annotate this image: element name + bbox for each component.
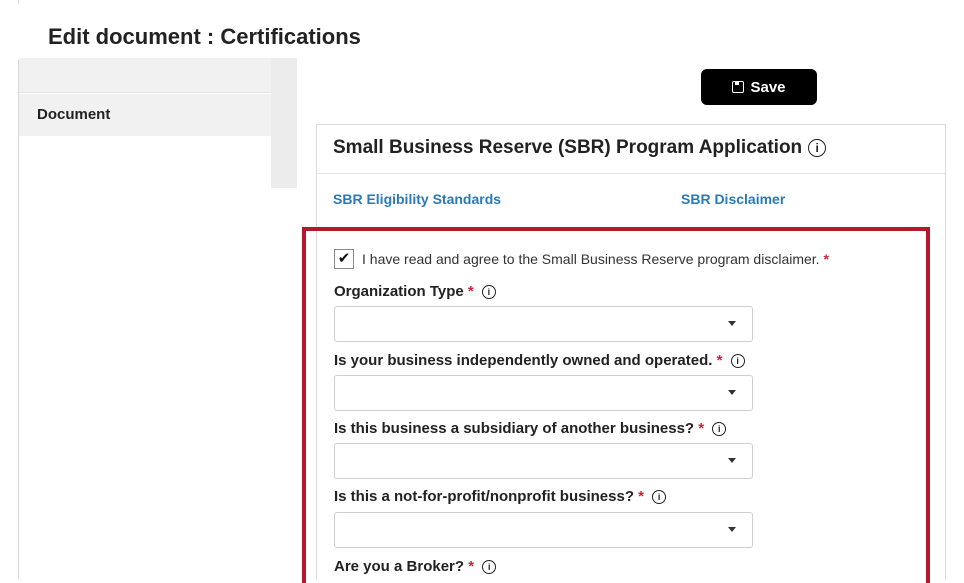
nonprofit-select[interactable] <box>334 512 753 548</box>
required-marker: * <box>467 283 474 300</box>
field-label-text: Is your business independently owned and… <box>334 352 713 369</box>
sidebar: Document <box>19 58 271 579</box>
panel-title: Small Business Reserve (SBR) Program App… <box>333 137 827 159</box>
title-bar: Edit document : Certifications <box>18 4 964 60</box>
chevron-down-icon <box>728 390 736 395</box>
sbr-disclaimer-link[interactable]: SBR Disclaimer <box>681 191 785 207</box>
required-marker: * <box>638 488 644 505</box>
sbr-eligibility-standards-link[interactable]: SBR Eligibility Standards <box>333 191 501 207</box>
broker-label: Are you a Broker? * i <box>334 558 497 575</box>
field-label-text: Are you a Broker? <box>334 558 465 575</box>
info-icon[interactable]: i <box>712 422 727 436</box>
save-button[interactable]: Save <box>701 69 817 105</box>
agree-checkbox[interactable]: ✔ <box>334 249 354 269</box>
info-icon[interactable]: i <box>481 285 496 299</box>
chevron-down-icon <box>728 527 736 532</box>
info-icon[interactable]: i <box>730 354 745 368</box>
sidebar-header <box>19 58 271 93</box>
required-marker: * <box>698 420 705 437</box>
subsidiary-label: Is this business a subsidiary of another… <box>334 420 727 437</box>
panel-header: Small Business Reserve (SBR) Program App… <box>317 125 945 174</box>
panel-title-text: Small Business Reserve (SBR) Program App… <box>333 137 803 158</box>
agree-label-text: I have read and agree to the Small Busin… <box>362 251 820 267</box>
agree-label: I have read and agree to the Small Busin… <box>362 251 829 267</box>
info-icon[interactable]: i <box>652 490 667 504</box>
save-icon <box>732 81 745 93</box>
field-label-text: Is this a not-for-profit/nonprofit busin… <box>334 488 634 505</box>
save-button-label: Save <box>750 78 786 96</box>
field-label-text: Is this business a subsidiary of another… <box>334 420 695 437</box>
independently-owned-select[interactable] <box>334 375 753 411</box>
chevron-down-icon <box>728 321 736 326</box>
organization-type-select[interactable] <box>334 306 753 342</box>
required-marker: * <box>468 558 475 575</box>
independently-owned-label: Is your business independently owned and… <box>334 352 745 369</box>
sidebar-item-label: Document <box>37 106 111 123</box>
page-title: Edit document : Certifications <box>48 24 361 49</box>
required-marker: * <box>823 251 829 267</box>
required-marker: * <box>716 352 723 369</box>
subsidiary-select[interactable] <box>334 443 753 479</box>
content-gutter <box>271 58 297 188</box>
info-icon[interactable]: i <box>808 139 827 157</box>
nonprofit-label: Is this a not-for-profit/nonprofit busin… <box>334 488 667 505</box>
chevron-down-icon <box>728 458 736 463</box>
field-label-text: Organization Type <box>334 283 464 300</box>
info-icon[interactable]: i <box>482 560 497 574</box>
organization-type-label: Organization Type * i <box>334 283 496 300</box>
sidebar-item-document[interactable]: Document <box>19 94 271 136</box>
